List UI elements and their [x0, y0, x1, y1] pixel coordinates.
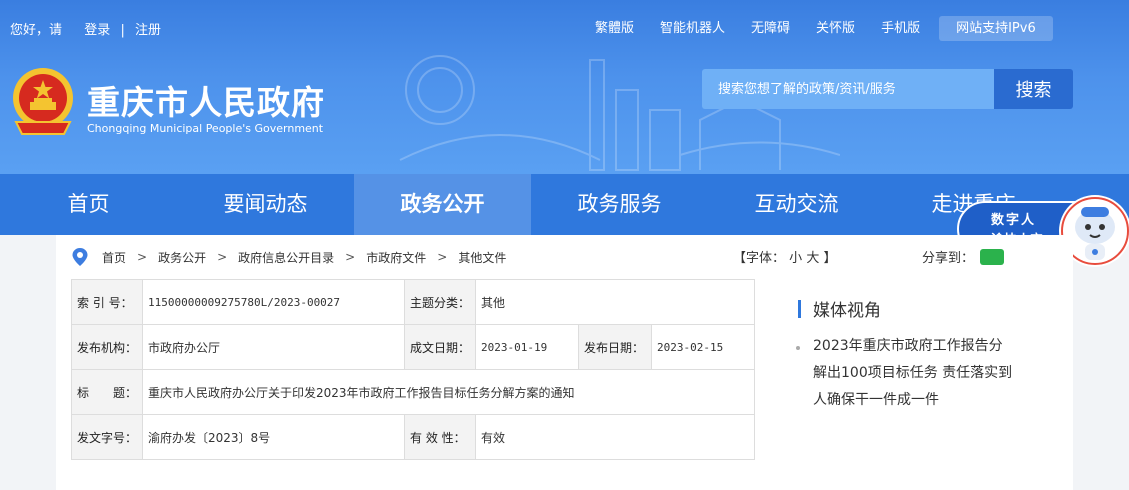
ipv6-badge: 网站支持IPv6 [939, 16, 1053, 41]
font-size-suffix: 】 [823, 251, 837, 266]
register-link[interactable]: 注册 [135, 19, 161, 38]
search-bar: 搜索 [702, 69, 1073, 109]
breadcrumb-government-affairs[interactable]: 政务公开 [158, 249, 206, 266]
nav-interaction[interactable]: 互动交流 [708, 174, 885, 235]
top-bar: 您好，请 登录 | 注册 繁體版 智能机器人 无障碍 关怀版 手机版 网站支持I… [0, 0, 1129, 54]
breadcrumb-other-documents[interactable]: 其他文件 [458, 249, 506, 266]
table-row: 索 引 号： 11500000009275780L/2023-00027 主题分… [71, 279, 755, 325]
location-pin-icon [72, 248, 88, 266]
assistant-line1: 数字人 [991, 213, 1037, 228]
published-date-value: 2023-02-15 [651, 324, 755, 370]
table-row: 标 题： 重庆市人民政府办公厅关于印发2023年市政府工作报告目标任务分解方案的… [71, 369, 755, 415]
breadcrumb-separator: > [345, 250, 356, 264]
breadcrumb-separator: > [137, 250, 148, 264]
breadcrumb-municipal-documents[interactable]: 市政府文件 [366, 249, 426, 266]
smart-robot-link[interactable]: 智能机器人 [647, 16, 738, 41]
national-emblem-icon [13, 68, 73, 135]
share-label: 分享到： [922, 251, 975, 266]
breadcrumb: 首页 > 政务公开 > 政府信息公开目录 > 市政府文件 > 其他文件 [72, 248, 506, 266]
written-date-label: 成文日期： [404, 324, 476, 370]
table-row: 发布机构： 市政府办公厅 成文日期： 2023-01-19 发布日期： 2023… [71, 324, 755, 370]
wechat-share-icon[interactable] [980, 248, 1005, 265]
sidebar-title: 媒体视角 [798, 296, 881, 321]
written-date-value: 2023-01-19 [475, 324, 579, 370]
validity-label: 有 效 性： [404, 414, 476, 460]
title-value: 重庆市人民政府办公厅关于印发2023年市政府工作报告目标任务分解方案的通知 [142, 369, 755, 415]
sidebar-title-text: 媒体视角 [813, 301, 881, 321]
care-mode-link[interactable]: 关怀版 [803, 16, 868, 41]
index-value: 11500000009275780L/2023-00027 [142, 279, 405, 325]
index-label: 索 引 号： [71, 279, 143, 325]
breadcrumb-separator: > [437, 250, 448, 264]
news-item[interactable]: 2023年重庆市政府工作报告分解出100项目标任务 责任落实到人确保干一件成一件 [813, 333, 1013, 414]
traditional-chinese-link[interactable]: 繁體版 [582, 16, 647, 41]
font-size-control: 【字体： 小 大 】 [733, 247, 836, 266]
bullet-icon [796, 346, 800, 350]
nav-news[interactable]: 要闻动态 [177, 174, 354, 235]
document-number-value: 渝府办发〔2023〕8号 [142, 414, 405, 460]
published-date-label: 发布日期： [578, 324, 652, 370]
publisher-value: 市政府办公厅 [142, 324, 405, 370]
accessibility-link[interactable]: 无障碍 [738, 16, 803, 41]
site-header: 您好，请 登录 | 注册 繁體版 智能机器人 无障碍 关怀版 手机版 网站支持I… [0, 0, 1129, 174]
mobile-version-link[interactable]: 手机版 [868, 16, 933, 41]
validity-value: 有效 [475, 414, 755, 460]
login-area: 您好，请 登录 | 注册 [10, 19, 161, 38]
table-row: 发文字号： 渝府办发〔2023〕8号 有 效 性： 有效 [71, 414, 755, 460]
category-value: 其他 [475, 279, 755, 325]
search-button[interactable]: 搜索 [994, 69, 1073, 109]
login-separator: | [120, 23, 125, 38]
site-title: 重庆市人民政府 [87, 83, 325, 122]
breadcrumb-disclosure-catalog[interactable]: 政府信息公开目录 [238, 249, 334, 266]
title-label: 标 题： [71, 369, 143, 415]
nav-government-affairs[interactable]: 政务公开 [354, 174, 531, 235]
top-links: 繁體版 智能机器人 无障碍 关怀版 手机版 网站支持IPv6 [582, 16, 1053, 41]
document-number-label: 发文字号： [71, 414, 143, 460]
nav-home[interactable]: 首页 [0, 174, 177, 235]
document-info-table: 索 引 号： 11500000009275780L/2023-00027 主题分… [71, 279, 755, 460]
font-size-prefix: 【字体： [733, 251, 786, 266]
search-input[interactable] [702, 69, 994, 109]
publisher-label: 发布机构： [71, 324, 143, 370]
breadcrumb-separator: > [217, 250, 228, 264]
breadcrumb-home[interactable]: 首页 [102, 249, 126, 266]
share-area: 分享到： [922, 247, 1005, 266]
nav-services[interactable]: 政务服务 [531, 174, 708, 235]
title-accent-bar [798, 299, 801, 318]
greeting-text: 您好，请 [10, 23, 63, 38]
category-label: 主题分类： [404, 279, 476, 325]
font-size-small[interactable]: 小 [789, 251, 802, 266]
font-size-large[interactable]: 大 [806, 251, 819, 266]
login-link[interactable]: 登录 [84, 19, 110, 38]
site-subtitle: Chongqing Municipal People's Government [87, 122, 324, 135]
